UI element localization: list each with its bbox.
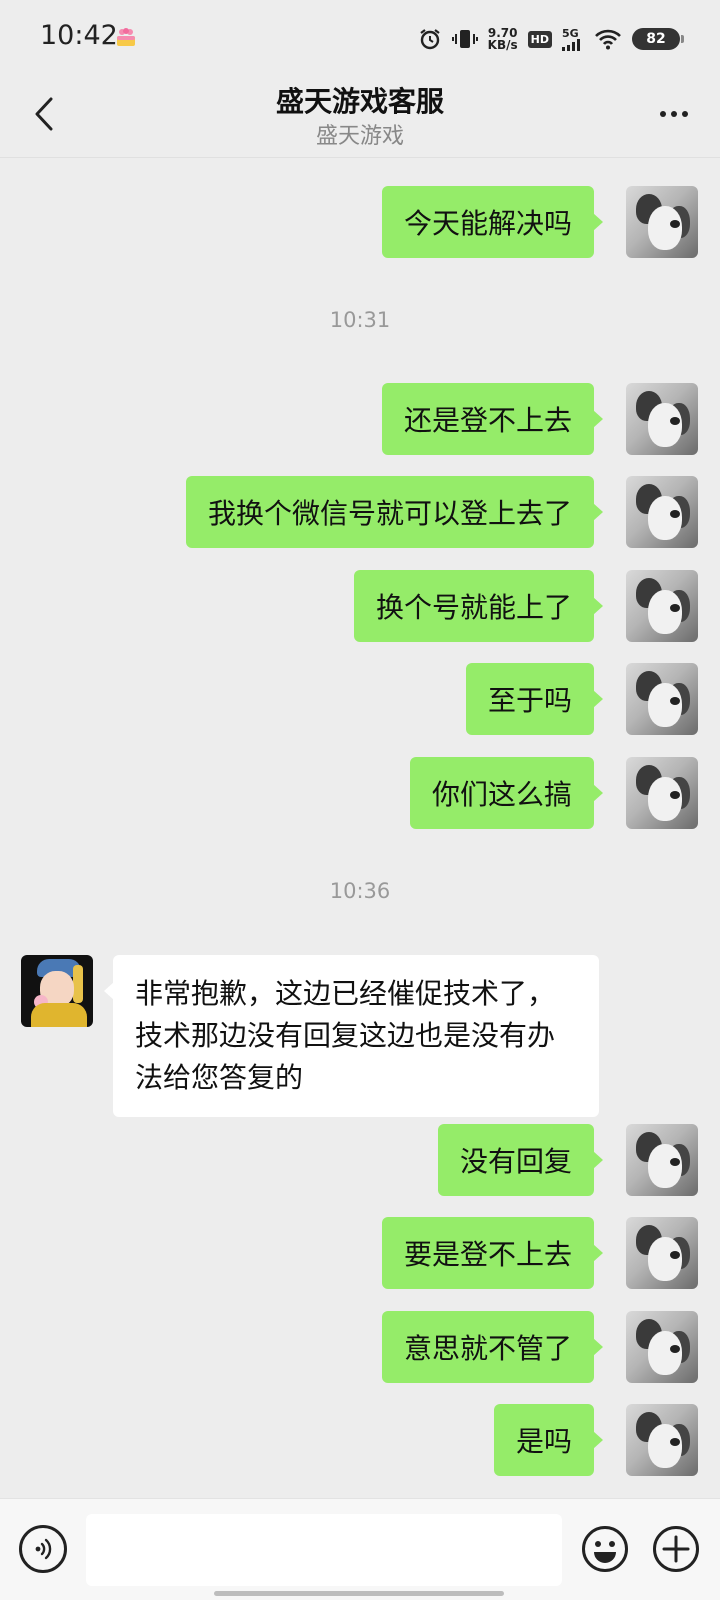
- signal-icon: [562, 38, 580, 51]
- emoji-icon[interactable]: [581, 1525, 629, 1573]
- my-avatar[interactable]: [626, 186, 698, 258]
- message-line: 技术那边没有回复这边也是没有办: [135, 1019, 556, 1052]
- chat-header: 盛天游戏客服 盛天游戏: [0, 76, 720, 158]
- message-bubble-outgoing[interactable]: 你们这么搞: [409, 757, 604, 829]
- my-avatar[interactable]: [626, 1217, 698, 1289]
- my-avatar[interactable]: [626, 476, 698, 548]
- battery-indicator: 82: [632, 28, 684, 50]
- more-icon-dot: [671, 111, 677, 117]
- message-bubble-outgoing[interactable]: 今天能解决吗: [381, 186, 604, 258]
- message-line: 非常抱歉，这边已经催促技术了，: [135, 977, 556, 1010]
- my-avatar[interactable]: [626, 757, 698, 829]
- wifi-icon: [595, 29, 621, 50]
- signal-indicator: 5G: [562, 28, 584, 51]
- voice-icon: [35, 1538, 52, 1560]
- message-bubble-outgoing[interactable]: 要是登不上去: [381, 1217, 604, 1289]
- message-bubble-outgoing[interactable]: 还是登不上去: [381, 383, 604, 455]
- message-bubble-outgoing[interactable]: 意思就不管了: [381, 1311, 604, 1383]
- agent-avatar[interactable]: [21, 955, 93, 1027]
- voice-input-button[interactable]: [19, 1525, 67, 1573]
- message-bubble-outgoing[interactable]: 我换个微信号就可以登上去了: [185, 476, 604, 548]
- timestamp: 10:36: [329, 879, 391, 903]
- chat-messages: 今天能解决吗 10:31 还是登不上去 我换个微信号就可以登上去了 换个号就能上…: [0, 158, 720, 1498]
- my-avatar[interactable]: [626, 663, 698, 735]
- message-bubble-outgoing[interactable]: 换个号就能上了: [353, 570, 604, 642]
- network-type-label: 5G: [562, 26, 579, 40]
- message-input[interactable]: [86, 1514, 562, 1586]
- input-bar: [0, 1498, 720, 1600]
- more-options-button[interactable]: [652, 94, 696, 134]
- my-avatar[interactable]: [626, 570, 698, 642]
- my-avatar[interactable]: [626, 1124, 698, 1196]
- message-bubble-outgoing[interactable]: 至于吗: [465, 663, 604, 735]
- vibrate-icon: [451, 30, 478, 48]
- status-icons: 9.70 KB/s HD 5G 82: [418, 24, 684, 54]
- message-bubble-incoming[interactable]: 非常抱歉，这边已经催促技术了， 技术那边没有回复这边也是没有办 法给您答复的: [104, 955, 599, 1117]
- message-bubble-outgoing[interactable]: 是吗: [493, 1404, 604, 1476]
- message-bubble-outgoing[interactable]: 没有回复: [437, 1124, 604, 1196]
- plus-icon[interactable]: [652, 1525, 700, 1573]
- net-speed: 9.70 KB/s: [488, 27, 518, 51]
- hd-badge: HD: [527, 30, 552, 48]
- my-avatar[interactable]: [626, 1311, 698, 1383]
- cake-icon: [117, 28, 135, 46]
- my-avatar[interactable]: [626, 1404, 698, 1476]
- status-bar: 10:42 9.70 KB/s HD 5G 82: [0, 0, 720, 76]
- more-icon-dot: [682, 111, 688, 117]
- home-indicator[interactable]: [214, 1591, 504, 1596]
- my-avatar[interactable]: [626, 383, 698, 455]
- net-speed-unit: KB/s: [487, 38, 518, 52]
- more-icon-dot: [660, 111, 666, 117]
- message-line: 法给您答复的: [135, 1061, 304, 1094]
- chat-title: 盛天游戏客服: [275, 85, 444, 118]
- chat-subtitle: 盛天游戏: [315, 124, 404, 149]
- alarm-icon: [420, 29, 440, 50]
- status-time: 10:42: [40, 20, 118, 51]
- timestamp: 10:31: [329, 308, 391, 332]
